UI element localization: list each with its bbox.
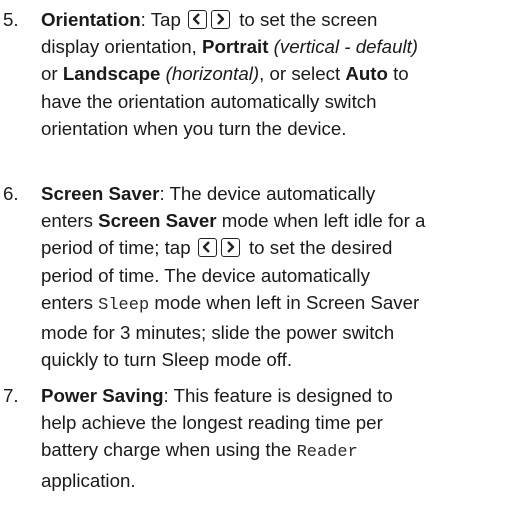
text-line: period of time. The device automatically xyxy=(41,264,370,286)
list-number: 5. xyxy=(3,9,19,30)
text-line: Power Saving: This feature is designed t… xyxy=(41,382,531,409)
text-line: battery charge when using the Reader xyxy=(41,436,531,466)
arrow-buttons xyxy=(188,10,231,29)
text-segment: display orientation, xyxy=(41,36,203,58)
term-landscape: Landscape xyxy=(62,63,161,85)
text-segment: to set the desired xyxy=(243,237,393,259)
text-segment: mode when left idle for a xyxy=(216,210,426,232)
text-segment: to xyxy=(387,63,409,85)
text-segment: mode when left in Screen Saver xyxy=(149,291,420,313)
term-sleep-mono: Sleep xyxy=(98,295,150,315)
note-vertical-default: (vertical - default) xyxy=(268,36,419,58)
text-line: application. xyxy=(41,469,136,491)
text-segment: : This feature is designed to xyxy=(163,385,393,406)
text-segment: : The device automatically xyxy=(159,183,376,204)
manual-page: 5. Orientation: Tap to set the screen di… xyxy=(0,0,531,506)
term-auto: Auto xyxy=(345,63,388,85)
text-line: help achieve the longest reading time pe… xyxy=(41,412,383,434)
text-segment: period of time; tap xyxy=(41,237,196,259)
text-segment: enters xyxy=(41,291,99,313)
text-line: enters Sleep mode when left in Screen Sa… xyxy=(41,289,531,319)
list-number: 6. xyxy=(3,183,19,204)
text-line: or Landscape (horizontal), or select Aut… xyxy=(41,60,531,87)
text-line: Screen Saver: The device automatically xyxy=(41,180,531,207)
text-line: have the orientation automatically switc… xyxy=(41,90,377,112)
text-segment: to set the screen xyxy=(234,9,378,30)
text-line: orientation when you turn the device. xyxy=(41,117,347,139)
list-item-text: Orientation: Tap to set the screen displ… xyxy=(41,6,531,142)
chevron-left-icon xyxy=(188,10,208,29)
term-screen-saver: Screen Saver xyxy=(41,183,160,204)
list-number: 7. xyxy=(3,385,19,406)
text-line: period of time; tap to set the desired xyxy=(41,234,531,261)
text-segment: : Tap xyxy=(140,9,187,30)
text-line: Orientation: Tap to set the screen xyxy=(41,6,531,33)
term-power-saving: Power Saving xyxy=(41,385,164,406)
term-orientation: Orientation xyxy=(41,9,141,30)
list-item-text: Screen Saver: The device automatically e… xyxy=(41,180,531,373)
chevron-right-icon xyxy=(220,238,240,258)
text-segment: enters xyxy=(41,210,99,232)
term-portrait: Portrait xyxy=(202,36,269,58)
term-reader-mono: Reader xyxy=(296,443,358,463)
text-segment: battery charge when using the xyxy=(41,439,297,461)
note-horizontal: (horizontal) xyxy=(160,63,260,85)
text-segment: or xyxy=(41,63,63,85)
arrow-buttons xyxy=(197,238,240,258)
text-line: quickly to turn Sleep mode off. xyxy=(41,349,293,371)
chevron-left-icon xyxy=(197,238,217,258)
chevron-right-icon xyxy=(211,10,231,29)
text-line: mode for 3 minutes; slide the power swit… xyxy=(41,322,395,344)
list-item-text: Power Saving: This feature is designed t… xyxy=(41,382,531,494)
text-line: enters Screen Saver mode when left idle … xyxy=(41,207,531,234)
term-screen-saver-mode: Screen Saver xyxy=(98,210,217,232)
text-line: display orientation, Portrait (vertical … xyxy=(41,33,531,60)
text-segment: , or select xyxy=(259,63,346,85)
